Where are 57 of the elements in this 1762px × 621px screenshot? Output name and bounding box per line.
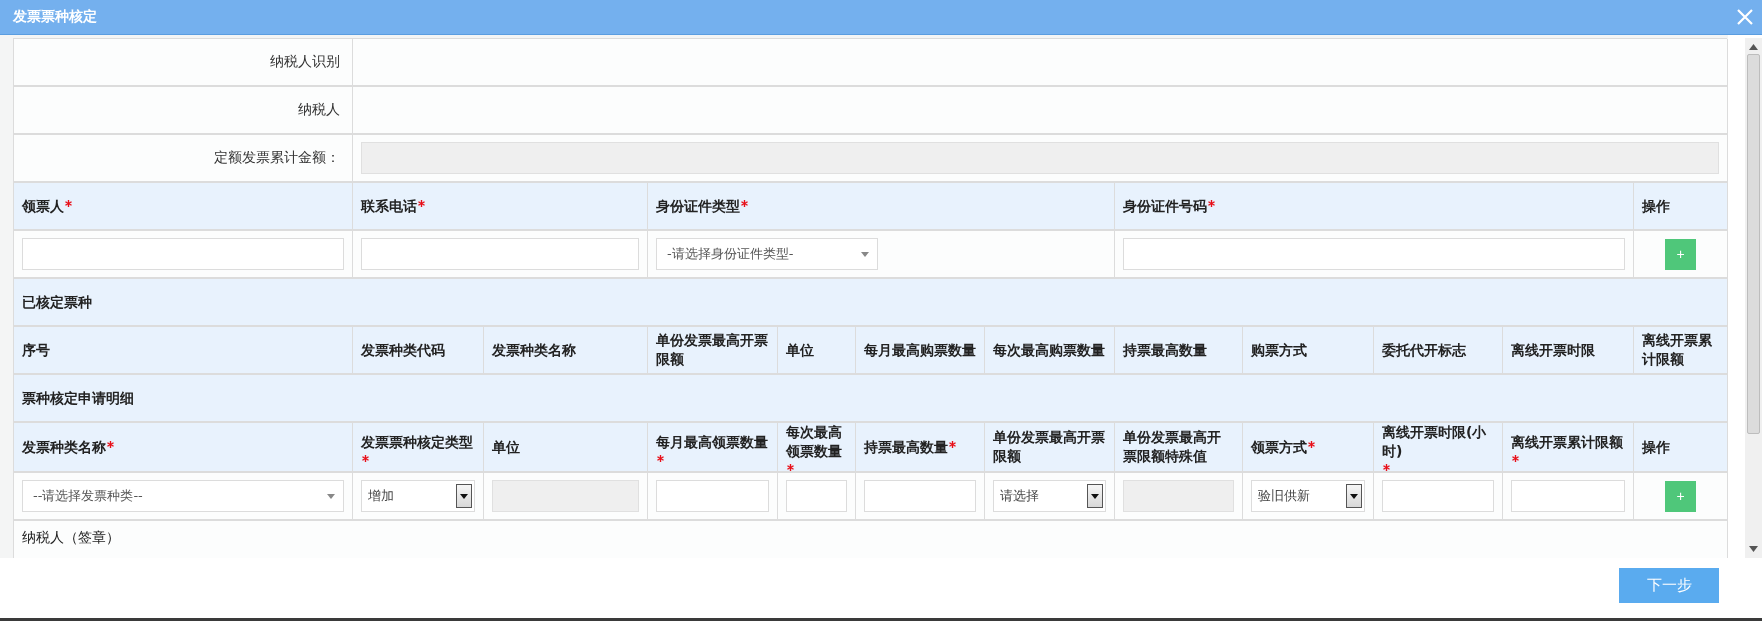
field-label: 纳税人 — [298, 101, 341, 119]
header-text: 单位 — [786, 340, 814, 360]
dropdown[interactable]: 验旧供新 — [1251, 480, 1365, 512]
header-text: 每月最高领票数量 — [656, 432, 768, 452]
scrollbar[interactable] — [1745, 38, 1762, 558]
caret-icon — [456, 484, 472, 508]
header-text: 操作 — [1642, 437, 1670, 457]
header-text: 每月最高购票数量 — [864, 340, 976, 360]
header-text: 购票方式 — [1251, 340, 1307, 360]
header-text: 领票人 — [22, 196, 64, 216]
dropdown[interactable]: 请选择 — [993, 480, 1106, 512]
section-title: 已核定票种 — [22, 292, 92, 312]
signature-label: 纳税人（签章） — [22, 529, 120, 545]
caret-icon — [861, 251, 869, 257]
header-text: 离线开票时限(小时) — [1382, 423, 1488, 461]
text-field[interactable] — [361, 238, 639, 270]
header-text: 单位 — [492, 437, 520, 457]
text-field[interactable] — [786, 480, 847, 512]
header-text: 委托代开标志 — [1382, 340, 1466, 360]
header-text: 每次最高购票数量 — [993, 340, 1105, 360]
text-field[interactable] — [1511, 480, 1625, 512]
header-text: 身份证件类型 — [656, 196, 740, 216]
text-field[interactable] — [656, 480, 769, 512]
header-text: 领票方式 — [1251, 437, 1307, 457]
window-title: 发票票种核定 — [13, 8, 97, 26]
header-text: 发票种类代码 — [361, 340, 445, 360]
header-text: 单份发票最高开票限额 — [656, 331, 769, 369]
header-text: 离线开票时限 — [1511, 340, 1595, 360]
arrow-down-icon[interactable] — [1749, 546, 1758, 552]
header-text: 发票种类名称 — [492, 340, 576, 360]
field-label: 定额发票累计金额： — [214, 149, 341, 167]
header-text: 联系电话 — [361, 196, 417, 216]
header-text: 序号 — [22, 340, 50, 360]
header-text: 单份发票最高开票限额特殊值 — [1123, 428, 1222, 466]
header-text: 离线开票累计限额 — [1642, 331, 1713, 369]
text-field[interactable] — [1123, 238, 1625, 270]
dropdown[interactable]: -请选择身份证件类型- — [656, 238, 878, 270]
arrow-up-icon[interactable] — [1749, 44, 1758, 50]
header-text: 持票最高数量 — [864, 437, 948, 457]
header-text: 单份发票最高开票限额 — [993, 428, 1106, 466]
header-text: 身份证件号码 — [1123, 196, 1207, 216]
caret-icon — [327, 493, 335, 499]
dropdown[interactable]: --请选择发票种类-- — [22, 480, 344, 512]
header-text: 持票最高数量 — [1123, 340, 1207, 360]
header-text: 操作 — [1642, 196, 1670, 216]
caret-icon — [1087, 484, 1103, 508]
text-field[interactable] — [1382, 480, 1494, 512]
header-text: 每次最高领票数量 — [786, 423, 843, 461]
caret-icon — [1346, 484, 1362, 508]
text-field[interactable] — [22, 238, 344, 270]
header-text: 离线开票累计限额 — [1511, 432, 1623, 452]
text-field[interactable] — [864, 480, 976, 512]
section-title: 票种核定申请明细 — [22, 388, 134, 408]
dropdown[interactable]: 增加 — [361, 480, 475, 512]
header-text: 发票种类名称 — [22, 437, 106, 457]
header-text: 发票票种核定类型 — [361, 432, 473, 452]
field-label: 纳税人识别 — [270, 53, 341, 71]
